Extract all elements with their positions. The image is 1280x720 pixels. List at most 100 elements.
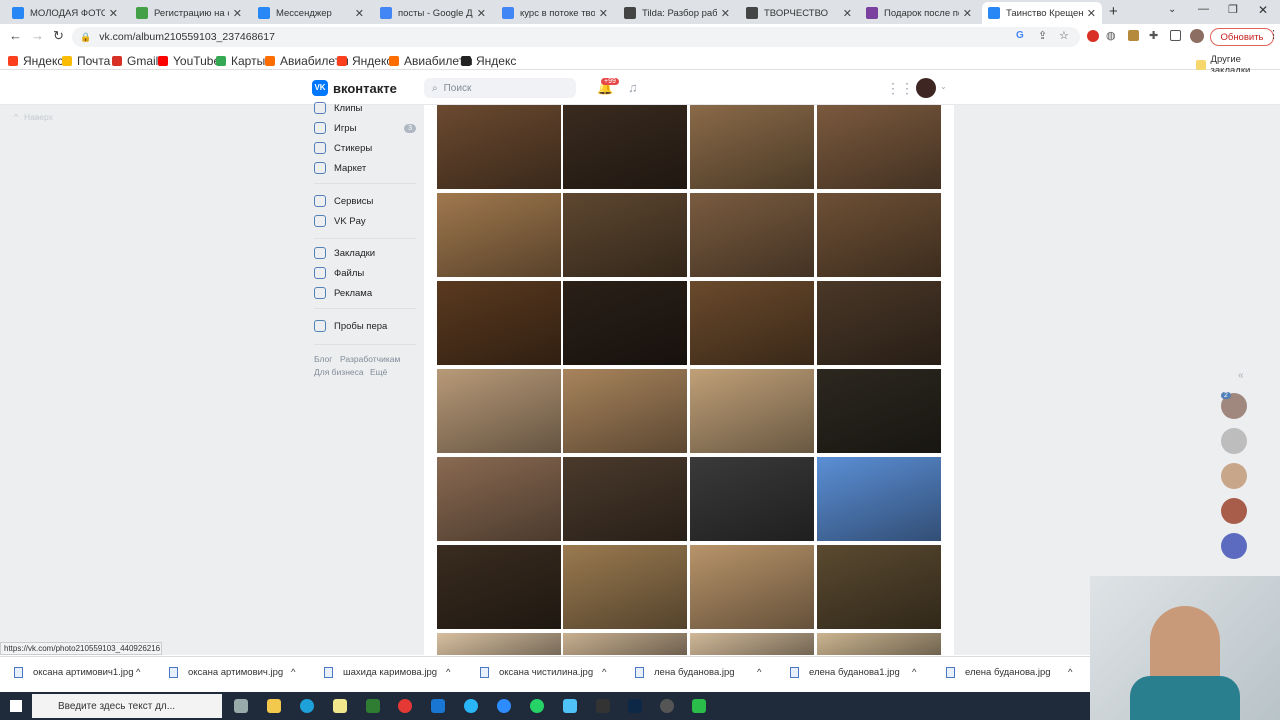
- footer-link-developers[interactable]: Разработчикам: [340, 354, 400, 364]
- chevron-up-icon[interactable]: ^: [757, 667, 761, 678]
- forward-icon[interactable]: →: [31, 28, 44, 43]
- update-button[interactable]: Обновить: [1210, 28, 1274, 46]
- download-item[interactable]: шахида каримова.jpg: [324, 667, 437, 678]
- app-icon[interactable]: [692, 699, 706, 713]
- browser-tab[interactable]: Подарок после по ✕: [860, 2, 978, 24]
- back-to-top[interactable]: ^ Наверх: [14, 112, 53, 122]
- task-view-icon[interactable]: [234, 699, 248, 713]
- menu-icon[interactable]: ⋮: [1268, 28, 1279, 41]
- restore-button[interactable]: ❐: [1228, 3, 1238, 16]
- sidebar-item-stickers[interactable]: Стикеры: [314, 142, 416, 154]
- chevron-up-icon[interactable]: ^: [446, 667, 450, 678]
- chevron-down-icon[interactable]: ⌄: [940, 82, 947, 91]
- browser-tab[interactable]: посты - Google Доку ✕: [374, 2, 492, 24]
- bookmark-item[interactable]: Почта: [62, 54, 110, 68]
- puzzle-icon[interactable]: ✚: [1149, 29, 1158, 42]
- chevron-up-icon[interactable]: ^: [602, 667, 606, 678]
- bookmark-item[interactable]: YouTube: [158, 54, 220, 68]
- close-tab-icon[interactable]: ✕: [477, 7, 486, 20]
- sidebar-item-files[interactable]: Файлы: [314, 267, 416, 279]
- mail-icon[interactable]: [431, 699, 445, 713]
- chrome-icon[interactable]: [398, 699, 412, 713]
- album-photo[interactable]: [563, 633, 687, 655]
- close-tab-icon[interactable]: ✕: [599, 7, 608, 20]
- app-icon[interactable]: [596, 699, 610, 713]
- footer-link-business[interactable]: Для бизнеса: [314, 367, 364, 377]
- app-icon[interactable]: [563, 699, 577, 713]
- new-tab-button[interactable]: +: [1109, 3, 1118, 20]
- apps-grid-icon[interactable]: ⋮⋮: [886, 80, 914, 97]
- download-item[interactable]: оксана артимович1.jpg: [14, 667, 133, 678]
- album-photo[interactable]: [690, 457, 814, 541]
- music-icon[interactable]: ♫: [628, 80, 638, 95]
- sidebar-item-games[interactable]: Игры 3: [314, 122, 416, 134]
- whatsapp-icon[interactable]: [530, 699, 544, 713]
- star-icon[interactable]: ☆: [1059, 29, 1069, 42]
- download-item[interactable]: оксана артимович.jpg: [169, 667, 283, 678]
- download-item[interactable]: лена буданова.jpg: [635, 667, 735, 678]
- footer-link-blog[interactable]: Блог: [314, 354, 332, 364]
- browser-tab[interactable]: Таинство Крещения ✕: [982, 2, 1102, 24]
- album-photo[interactable]: [817, 193, 941, 277]
- chevron-up-icon[interactable]: ^: [291, 667, 295, 678]
- browser-tab[interactable]: курс в потоке творче ✕: [496, 2, 614, 24]
- explorer-icon[interactable]: [267, 699, 281, 713]
- vk-search-input[interactable]: ⌕ Поиск: [424, 78, 576, 98]
- sidebar-item-market[interactable]: Маркет: [314, 162, 416, 174]
- sidebar-icon[interactable]: [1170, 30, 1181, 41]
- google-icon[interactable]: G: [1016, 30, 1024, 41]
- album-photo[interactable]: [690, 369, 814, 453]
- photoshop-icon[interactable]: [628, 699, 642, 713]
- album-photo[interactable]: [437, 633, 561, 655]
- album-photo[interactable]: [563, 105, 687, 189]
- bookmark-item[interactable]: Яндекс: [337, 54, 392, 68]
- album-photo[interactable]: [437, 545, 561, 629]
- tab-search-icon[interactable]: ⌄: [1168, 4, 1176, 15]
- album-photo[interactable]: [817, 545, 941, 629]
- browser-tab[interactable]: Tilda: Разбор работ ✕: [618, 2, 736, 24]
- bookmark-item[interactable]: Карты: [216, 54, 265, 68]
- globe-icon[interactable]: ◍: [1106, 29, 1116, 42]
- bookmark-item[interactable]: Gmail: [112, 54, 158, 68]
- browser-tab[interactable]: Мессенджер ✕: [252, 2, 370, 24]
- url-field[interactable]: 🔒 vk.com/album210559103_237468617: [72, 27, 1080, 47]
- zoom-icon[interactable]: [497, 699, 511, 713]
- album-photo[interactable]: [437, 369, 561, 453]
- browser-tab[interactable]: Регистрацию на сам ✕: [130, 2, 248, 24]
- album-photo[interactable]: [563, 545, 687, 629]
- sidebar-item-clips[interactable]: Клипы: [314, 102, 416, 114]
- chevron-up-icon[interactable]: ^: [1068, 667, 1072, 678]
- chat-avatar[interactable]: [1221, 533, 1247, 559]
- download-item[interactable]: оксана чистилина.jpg: [480, 667, 593, 678]
- close-tab-icon[interactable]: ✕: [843, 7, 852, 20]
- album-photo[interactable]: [690, 281, 814, 365]
- close-tab-icon[interactable]: ✕: [1087, 7, 1096, 20]
- album-photo[interactable]: [817, 281, 941, 365]
- collapse-chat-icon[interactable]: «: [1238, 370, 1244, 381]
- sidebar-item-vkpay[interactable]: VK Pay: [314, 215, 416, 227]
- album-photo[interactable]: [437, 457, 561, 541]
- chevron-up-icon[interactable]: ^: [136, 667, 140, 678]
- chevron-up-icon[interactable]: ^: [912, 667, 916, 678]
- close-window-button[interactable]: ✕: [1258, 3, 1268, 17]
- album-photo[interactable]: [690, 633, 814, 655]
- windows-start-icon[interactable]: [10, 700, 22, 712]
- close-tab-icon[interactable]: ✕: [721, 7, 730, 20]
- album-photo[interactable]: [817, 457, 941, 541]
- settings-icon[interactable]: [660, 699, 674, 713]
- app-icon[interactable]: [333, 699, 347, 713]
- minimize-button[interactable]: —: [1198, 3, 1209, 15]
- album-photo[interactable]: [563, 281, 687, 365]
- chat-avatar[interactable]: [1221, 463, 1247, 489]
- share-icon[interactable]: ⇪: [1038, 29, 1047, 42]
- taskbar-search-input[interactable]: Введите здесь текст дл...: [32, 694, 222, 718]
- bookmark-item[interactable]: Яндекс: [461, 54, 516, 68]
- album-photo[interactable]: [690, 545, 814, 629]
- footer-link-more[interactable]: Ещё: [370, 367, 387, 377]
- telegram-icon[interactable]: [464, 699, 478, 713]
- album-photo[interactable]: [437, 193, 561, 277]
- album-photo[interactable]: [437, 105, 561, 189]
- album-photo[interactable]: [437, 281, 561, 365]
- album-photo[interactable]: [817, 105, 941, 189]
- close-tab-icon[interactable]: ✕: [355, 7, 364, 20]
